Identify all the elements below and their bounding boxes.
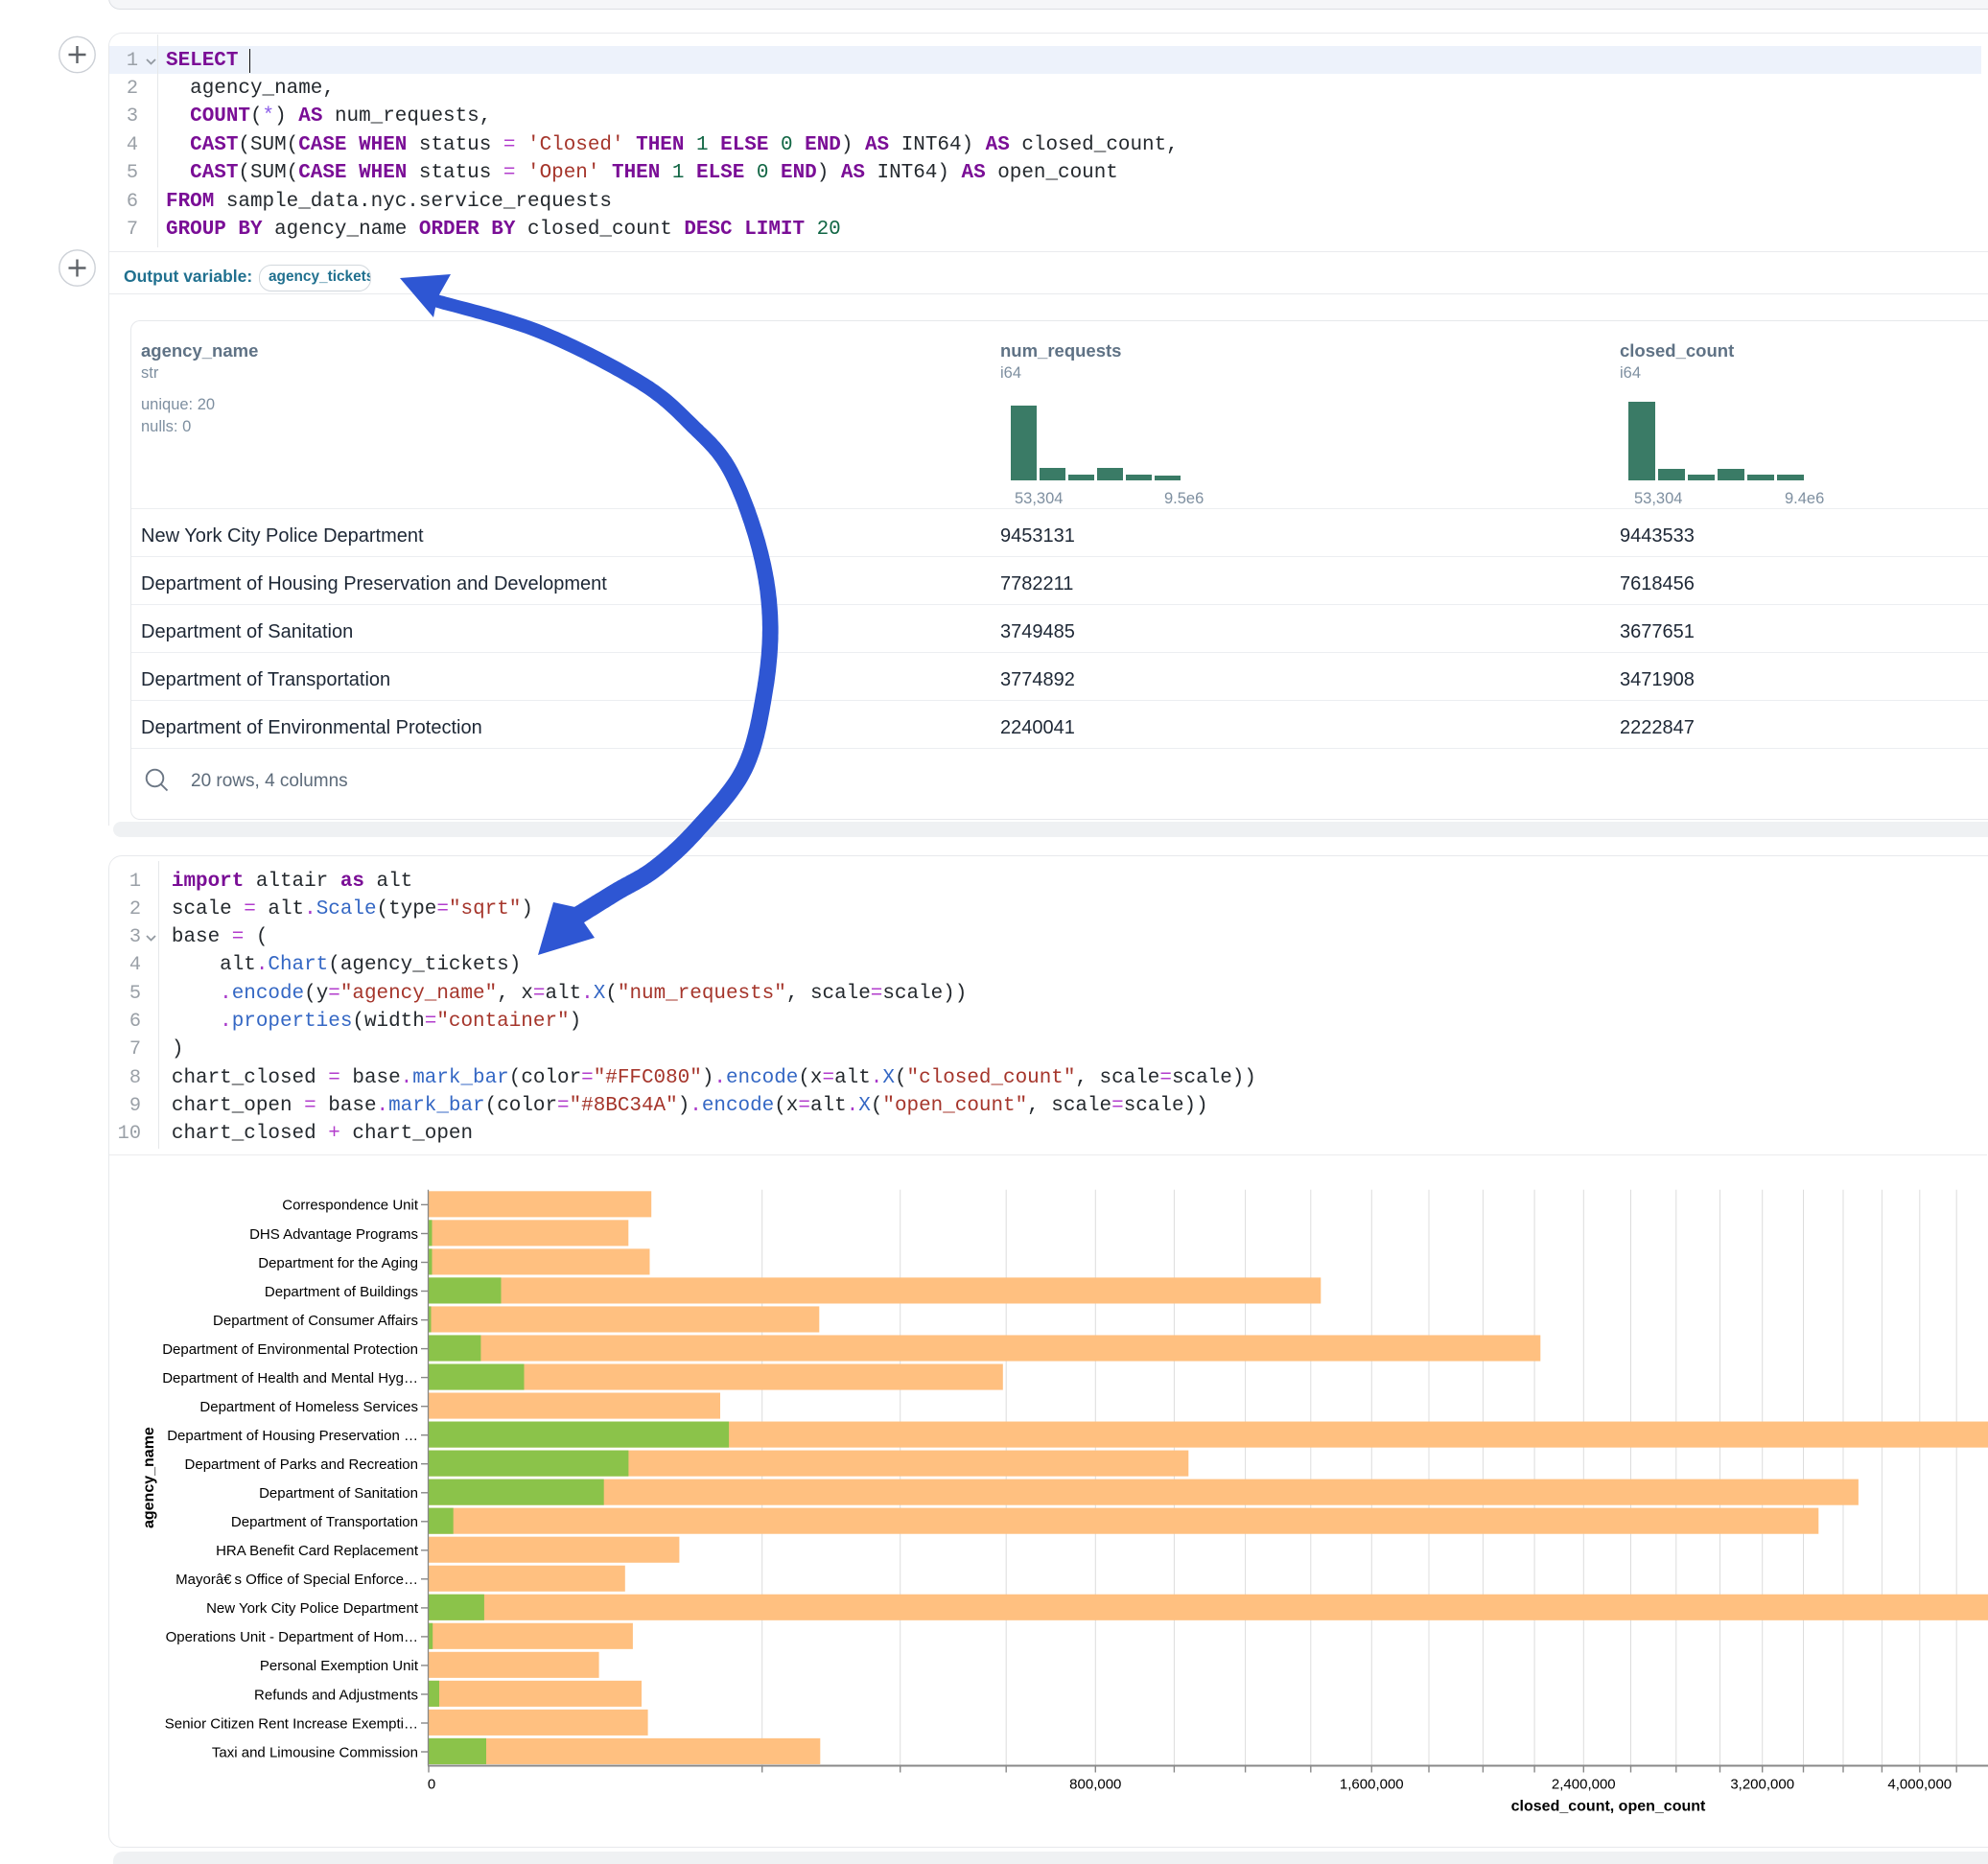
svg-text:Refunds and Adjustments: Refunds and Adjustments [254, 1687, 418, 1703]
svg-text:DHS Advantage Programs: DHS Advantage Programs [249, 1226, 418, 1243]
svg-text:Department of Sanitation: Department of Sanitation [259, 1485, 418, 1502]
svg-text:Department of Homeless Service: Department of Homeless Services [199, 1399, 418, 1415]
svg-text:4,000,000: 4,000,000 [1887, 1777, 1952, 1793]
svg-text:Operations Unit - Department o: Operations Unit - Department of Hom… [166, 1629, 418, 1645]
svg-text:Department of Consumer Affairs: Department of Consumer Affairs [213, 1313, 418, 1329]
svg-text:Department of Transportation: Department of Transportation [231, 1514, 418, 1530]
svg-text:HRA Benefit Card Replacement: HRA Benefit Card Replacement [216, 1543, 419, 1559]
svg-text:Department of Buildings: Department of Buildings [265, 1284, 418, 1300]
svg-text:1,600,000: 1,600,000 [1340, 1777, 1404, 1793]
svg-text:2,400,000: 2,400,000 [1552, 1777, 1616, 1793]
svg-text:Department of Health and Menta: Department of Health and Mental Hyg… [162, 1370, 418, 1386]
svg-text:New York City Police Departmen: New York City Police Department [206, 1600, 419, 1617]
svg-text:Department of Housing Preserva: Department of Housing Preservation … [167, 1428, 418, 1444]
svg-text:Correspondence Unit: Correspondence Unit [282, 1198, 419, 1214]
svg-text:Department of Environmental Pr: Department of Environmental Protection [162, 1341, 418, 1358]
svg-text:3,200,000: 3,200,000 [1730, 1777, 1794, 1793]
svg-text:closed_count, open_count: closed_count, open_count [1511, 1799, 1706, 1815]
svg-text:0: 0 [428, 1777, 435, 1793]
svg-text:Department of Parks and Recrea: Department of Parks and Recreation [185, 1456, 418, 1473]
svg-text:800,000: 800,000 [1069, 1777, 1121, 1793]
svg-text:agency_name: agency_name [141, 1427, 157, 1528]
svg-text:Personal Exemption Unit: Personal Exemption Unit [260, 1658, 419, 1674]
svg-text:Senior Citizen Rent Increase E: Senior Citizen Rent Increase Exempti… [165, 1715, 418, 1732]
svg-text:Department for the Aging: Department for the Aging [258, 1255, 418, 1271]
svg-text:Mayorâ€ s Office of Special En: Mayorâ€ s Office of Special Enforce… [175, 1572, 418, 1588]
svg-text:Taxi and Limousine Commission: Taxi and Limousine Commission [212, 1744, 418, 1760]
